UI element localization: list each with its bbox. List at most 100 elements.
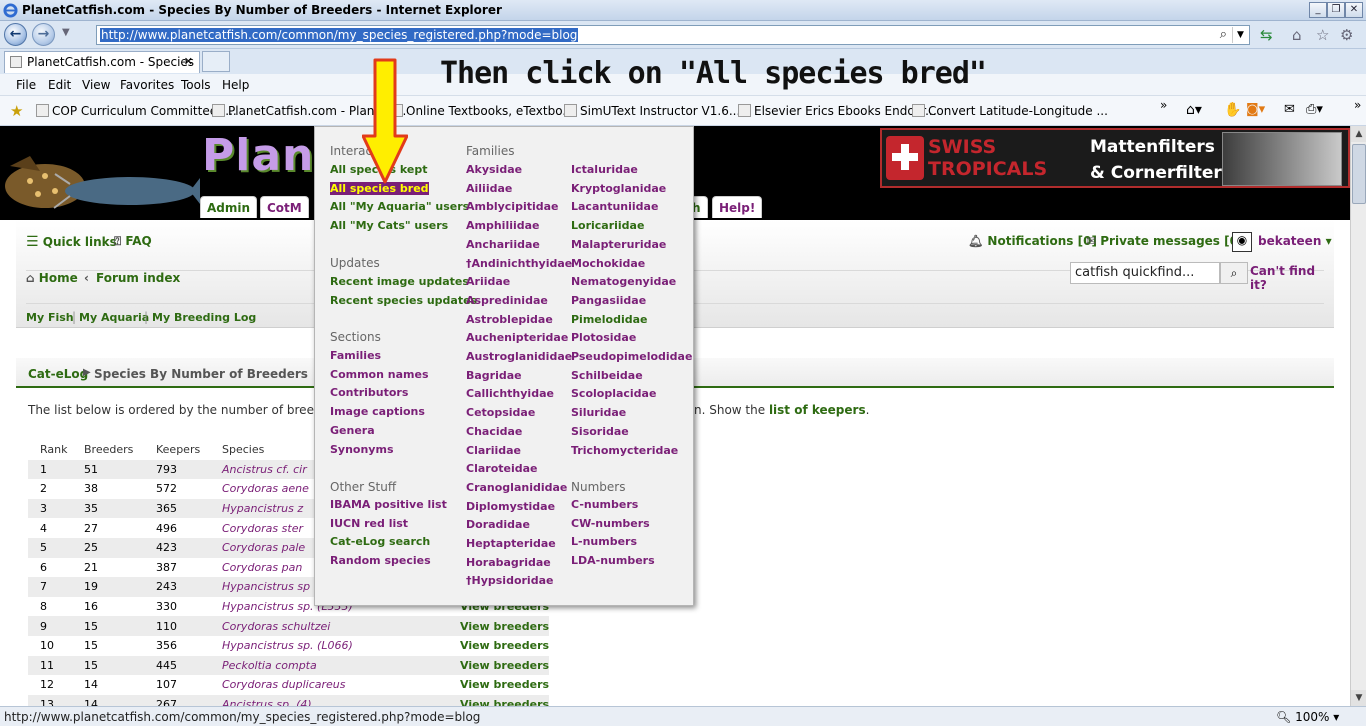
menu-item-family[interactable]: Cranoglanididae: [466, 481, 567, 494]
menu-item-family[interactable]: Diplomystidae: [466, 500, 555, 513]
menu-item-numbers[interactable]: L-numbers: [571, 535, 637, 548]
browser-tab[interactable]: PlanetCatfish.com - Species ... ✕: [4, 51, 200, 83]
nav-tab-admin[interactable]: Admin: [200, 196, 258, 218]
menu-item-family[interactable]: †Andinichthyidae: [466, 257, 572, 270]
menu-item-family[interactable]: Clariidae: [466, 444, 521, 457]
menu-item-section[interactable]: Common names: [330, 368, 429, 381]
menu-item-family[interactable]: Trichomycteridae: [571, 444, 678, 457]
menu-item-section[interactable]: Genera: [330, 424, 375, 437]
scroll-down-icon[interactable]: ▼: [1351, 690, 1366, 706]
view-breeders-link[interactable]: View breeders: [460, 655, 550, 676]
menu-item-other[interactable]: IBAMA positive list: [330, 498, 447, 511]
menu-item-family[interactable]: Anchariidae: [466, 238, 540, 251]
menu-item-family[interactable]: Loricariidae: [571, 219, 644, 232]
notifications-link[interactable]: 🔔︎ Notifications [0]: [968, 234, 1097, 248]
menu-item-family[interactable]: Chacidae: [466, 425, 522, 438]
tools-gear-icon[interactable]: ⚙: [1340, 26, 1353, 44]
menu-item-family[interactable]: Amphiliidae: [466, 219, 540, 232]
menu-item-numbers[interactable]: C-numbers: [571, 498, 638, 511]
private-messages-link[interactable]: ✉ Private messages [0]: [1086, 234, 1243, 248]
menu-tools[interactable]: Tools: [181, 78, 211, 92]
menu-item-family[interactable]: Ariidae: [466, 275, 510, 288]
back-button[interactable]: ←: [4, 23, 27, 46]
species-link[interactable]: Ancistrus sp. (4): [222, 694, 460, 706]
menu-item-family[interactable]: Lacantuniidae: [571, 200, 658, 213]
list-of-keepers-link[interactable]: list of keepers: [769, 403, 866, 417]
menu-item-section[interactable]: Synonyms: [330, 443, 394, 456]
menu-item-family[interactable]: Astroblepidae: [466, 313, 553, 326]
my-fish-link[interactable]: My Fish: [26, 311, 74, 324]
view-breeders-link[interactable]: View breeders: [460, 636, 549, 656]
menu-item-family[interactable]: Heptapteridae: [466, 537, 556, 550]
chevron-more-icon[interactable]: »: [1354, 98, 1361, 112]
scroll-thumb[interactable]: [1352, 144, 1366, 204]
menu-item-numbers[interactable]: LDA-numbers: [571, 554, 655, 567]
fav-item[interactable]: COP Curriculum Committee -...: [36, 104, 237, 118]
minimize-button[interactable]: _: [1309, 2, 1327, 18]
menu-item-update[interactable]: Recent species updates: [330, 294, 477, 307]
close-tab-icon[interactable]: ✕: [184, 55, 193, 68]
close-window-button[interactable]: ✕: [1345, 2, 1363, 18]
breadcrumb-home[interactable]: ⌂ Home: [26, 271, 78, 285]
menu-item-section[interactable]: Families: [330, 349, 381, 362]
species-link[interactable]: Corydoras duplicareus: [222, 675, 460, 695]
home-icon[interactable]: ⌂: [1292, 26, 1302, 44]
species-link[interactable]: Corydoras schultzei: [222, 616, 460, 636]
menu-item-family[interactable]: Plotosidae: [571, 331, 636, 344]
username-link[interactable]: bekateen ▾: [1258, 234, 1332, 248]
menu-item-other[interactable]: IUCN red list: [330, 517, 408, 530]
search-icon[interactable]: ⌕: [1220, 27, 1227, 42]
menu-item-family[interactable]: Austroglanididae: [466, 350, 572, 363]
menu-help[interactable]: Help: [222, 78, 249, 92]
scroll-up-icon[interactable]: ▲: [1351, 126, 1366, 142]
menu-item-family[interactable]: †Hypsidoridae: [466, 574, 553, 587]
menu-item-family[interactable]: Aspredinidae: [466, 294, 548, 307]
menu-item-family[interactable]: Mochokidae: [571, 257, 645, 270]
address-dropdown-icon[interactable]: ▼: [1232, 27, 1248, 43]
menu-item-family[interactable]: Bagridae: [466, 369, 522, 382]
faq-link[interactable]: ⍰ FAQ: [114, 234, 152, 249]
menu-view[interactable]: View: [82, 78, 110, 92]
avatar[interactable]: ◉: [1232, 232, 1252, 252]
menu-item-update[interactable]: Recent image updates: [330, 275, 469, 288]
hand-icon[interactable]: ✋: [1224, 102, 1241, 118]
menu-item-family[interactable]: Amblycipitidae: [466, 200, 559, 213]
menu-item-family[interactable]: Horabagridae: [466, 556, 551, 569]
view-breeders-link[interactable]: View breeders: [460, 616, 550, 636]
menu-favorites[interactable]: Favorites: [120, 78, 174, 92]
menu-item-family[interactable]: Siluridae: [571, 406, 626, 419]
mail-icon[interactable]: ✉: [1284, 102, 1295, 117]
new-tab-button[interactable]: [202, 51, 230, 72]
my-breeding-log-link[interactable]: My Breeding Log: [152, 311, 256, 324]
my-aquaria-link[interactable]: My Aquaria: [79, 311, 149, 324]
menu-item-family[interactable]: Callichthyidae: [466, 387, 554, 400]
nav-tab-partial[interactable]: h: [692, 196, 708, 218]
menu-item-family[interactable]: Doradidae: [466, 518, 530, 531]
fav-item[interactable]: SimUText Instructor V1.6....: [564, 104, 744, 118]
quickfind-input[interactable]: catfish quickfind...: [1070, 262, 1220, 284]
menu-item-family[interactable]: Nematogenyidae: [571, 275, 676, 288]
view-breeders-link[interactable]: View breeders: [460, 694, 550, 706]
species-link[interactable]: Peckoltia compta: [222, 655, 460, 676]
rss-feed-icon[interactable]: ◙▾: [1246, 102, 1265, 117]
menu-item-other[interactable]: Random species: [330, 554, 431, 567]
address-bar[interactable]: http://www.planetcatfish.com/common/my_s…: [96, 25, 1250, 45]
menu-item-family[interactable]: Pimelodidae: [571, 313, 647, 326]
quick-links[interactable]: ☰ Quick links: [26, 234, 117, 250]
menu-item-family[interactable]: Pseudopimelodidae: [571, 350, 692, 363]
favorites-center-star-icon[interactable]: ★: [10, 102, 23, 120]
maximize-button[interactable]: ❐: [1327, 2, 1345, 18]
menu-item-section[interactable]: Contributors: [330, 386, 408, 399]
home-toolbar-icon[interactable]: ⌂▾: [1186, 102, 1202, 118]
menu-item-family[interactable]: Malapteruridae: [571, 238, 666, 251]
forum-index-link[interactable]: Forum index: [96, 271, 180, 285]
view-breeders-link[interactable]: View breeders: [460, 675, 549, 695]
ad-banner[interactable]: SWISS TROPICALS Mattenfilters & Cornerfilt…: [880, 128, 1350, 188]
fav-item[interactable]: Online Textbooks, eTextbo...: [390, 104, 574, 118]
print-icon[interactable]: ⎙▾: [1306, 102, 1323, 117]
menu-item-family[interactable]: Akysidae: [466, 163, 522, 176]
menu-item-interactive[interactable]: All "My Aquaria" users: [330, 200, 469, 213]
fav-item[interactable]: Elsevier Erics Ebooks Endocr...: [738, 104, 937, 118]
favorites-star-icon[interactable]: ☆: [1316, 26, 1329, 44]
menu-file[interactable]: File: [16, 78, 36, 92]
